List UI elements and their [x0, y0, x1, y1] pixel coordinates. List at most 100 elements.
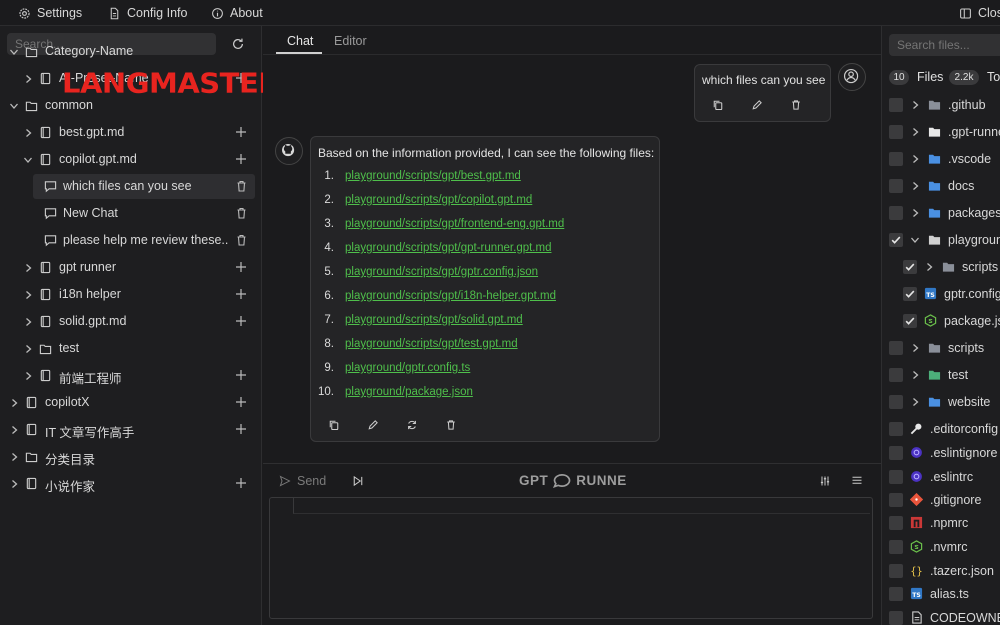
chevron-right-icon[interactable]: [910, 154, 920, 164]
sidebar-tree-item[interactable]: please help me review these...: [0, 228, 262, 253]
edit-icon[interactable]: [751, 99, 763, 111]
add-icon[interactable]: [235, 126, 247, 138]
add-icon[interactable]: [235, 288, 247, 300]
trash-icon[interactable]: [445, 419, 457, 431]
checkbox[interactable]: [889, 152, 903, 166]
file-tree-item[interactable]: .vscode: [882, 146, 1000, 173]
send-button[interactable]: Send: [279, 474, 326, 488]
menu-lines-icon[interactable]: [851, 475, 863, 487]
checkbox[interactable]: [889, 206, 903, 220]
sidebar-tree-item[interactable]: Category-Name: [0, 39, 262, 64]
file-tree-item[interactable]: .gpt-runne: [882, 119, 1000, 146]
chevron-right-icon[interactable]: [910, 181, 920, 191]
about-menu[interactable]: About: [211, 0, 263, 26]
file-tree-item[interactable]: .npmrc: [882, 510, 1000, 537]
chevron-down-icon[interactable]: [9, 101, 19, 111]
file-link[interactable]: playground/scripts/gpt/i18n-helper.gpt.m…: [345, 290, 556, 302]
add-icon[interactable]: [235, 261, 247, 273]
sidebar-tree-item[interactable]: solid.gpt.md: [0, 309, 262, 334]
sidebar-tree-item[interactable]: test: [0, 336, 262, 361]
file-link[interactable]: playground/scripts/gpt/gptr.config.json: [345, 266, 538, 278]
add-icon[interactable]: [235, 477, 247, 489]
chevron-right-icon[interactable]: [23, 128, 33, 138]
chevron-down-icon[interactable]: [23, 155, 33, 165]
file-link[interactable]: playground/scripts/gpt/frontend-eng.gpt.…: [345, 218, 564, 230]
sidebar-tree-item[interactable]: i18n helper: [0, 282, 262, 307]
file-link[interactable]: playground/gptr.config.ts: [345, 362, 470, 374]
chevron-right-icon[interactable]: [9, 452, 19, 462]
checkbox[interactable]: [889, 540, 903, 554]
chevron-right-icon[interactable]: [23, 74, 33, 84]
chevron-right-icon[interactable]: [23, 371, 33, 381]
continue-icon[interactable]: [352, 475, 364, 487]
add-icon[interactable]: [235, 153, 247, 165]
checkbox[interactable]: [903, 314, 917, 328]
chevron-right-icon[interactable]: [910, 208, 920, 218]
sidebar-tree-item[interactable]: 前端工程师: [0, 363, 262, 388]
file-tree-item[interactable]: scripts: [882, 254, 1000, 281]
file-tree-item[interactable]: scripts: [882, 335, 1000, 362]
checkbox[interactable]: [889, 422, 903, 436]
file-link[interactable]: playground/scripts/gpt/gpt-runner.gpt.md: [345, 242, 551, 254]
file-link[interactable]: playground/package.json: [345, 386, 473, 398]
settings-sliders-icon[interactable]: [819, 475, 831, 487]
regenerate-icon[interactable]: [406, 419, 418, 431]
checkbox[interactable]: [889, 395, 903, 409]
file-tree-item[interactable]: website: [882, 389, 1000, 416]
checkbox[interactable]: [889, 493, 903, 507]
checkbox[interactable]: [903, 260, 917, 274]
chevron-right-icon[interactable]: [23, 317, 33, 327]
checkbox[interactable]: [889, 179, 903, 193]
settings-menu[interactable]: Settings: [18, 0, 82, 26]
config-info-menu[interactable]: Config Info: [108, 0, 187, 26]
checkbox[interactable]: [889, 470, 903, 484]
checkbox[interactable]: [889, 587, 903, 601]
copy-icon[interactable]: [712, 99, 724, 111]
chevron-right-icon[interactable]: [9, 398, 19, 408]
file-tree-item[interactable]: package.js: [882, 308, 1000, 335]
chevron-right-icon[interactable]: [23, 344, 33, 354]
copy-icon[interactable]: [328, 419, 340, 431]
add-icon[interactable]: [235, 396, 247, 408]
sidebar-tree-item[interactable]: gpt runner: [0, 255, 262, 280]
sidebar-tree-item[interactable]: 小说作家: [0, 471, 262, 496]
file-link[interactable]: playground/scripts/gpt/copilot.gpt.md: [345, 194, 532, 206]
file-tree-item[interactable]: .editorconfig: [882, 416, 1000, 443]
checkbox[interactable]: [889, 98, 903, 112]
trash-icon[interactable]: [236, 207, 247, 219]
file-tree-item[interactable]: .github: [882, 92, 1000, 119]
file-tree-item[interactable]: TS alias.ts: [882, 581, 1000, 608]
file-tree-item[interactable]: playgroun: [882, 227, 1000, 254]
chevron-right-icon[interactable]: [9, 425, 19, 435]
checkbox[interactable]: [889, 125, 903, 139]
chevron-down-icon[interactable]: [910, 235, 920, 245]
add-icon[interactable]: [235, 315, 247, 327]
file-link[interactable]: playground/scripts/gpt/solid.gpt.md: [345, 314, 523, 326]
add-icon[interactable]: [235, 423, 247, 435]
sidebar-tree-item[interactable]: best.gpt.md: [0, 120, 262, 145]
edit-icon[interactable]: [367, 419, 379, 431]
trash-icon[interactable]: [236, 234, 247, 246]
sidebar-tree-item[interactable]: 分类目录: [0, 444, 262, 469]
file-tree-item[interactable]: .eslintignore: [882, 440, 1000, 467]
file-tree-item[interactable]: TS gptr.config: [882, 281, 1000, 308]
checkbox[interactable]: [903, 287, 917, 301]
file-tree-item[interactable]: packages: [882, 200, 1000, 227]
checkbox[interactable]: [889, 341, 903, 355]
chevron-right-icon[interactable]: [910, 370, 920, 380]
chevron-right-icon[interactable]: [910, 100, 920, 110]
chevron-right-icon[interactable]: [910, 127, 920, 137]
file-tree-item[interactable]: test: [882, 362, 1000, 389]
checkbox[interactable]: [889, 233, 903, 247]
checkbox[interactable]: [889, 564, 903, 578]
chevron-right-icon[interactable]: [910, 343, 920, 353]
file-tree-item[interactable]: .nvmrc: [882, 534, 1000, 561]
checkbox[interactable]: [889, 516, 903, 530]
sidebar-tree-item[interactable]: which files can you see: [0, 174, 262, 199]
message-input[interactable]: [269, 497, 873, 619]
chevron-right-icon[interactable]: [924, 262, 934, 272]
add-icon[interactable]: [235, 369, 247, 381]
checkbox[interactable]: [889, 611, 903, 625]
file-link[interactable]: playground/scripts/gpt/best.gpt.md: [345, 170, 521, 182]
file-tree-item[interactable]: CODEOWNER: [882, 605, 1000, 625]
